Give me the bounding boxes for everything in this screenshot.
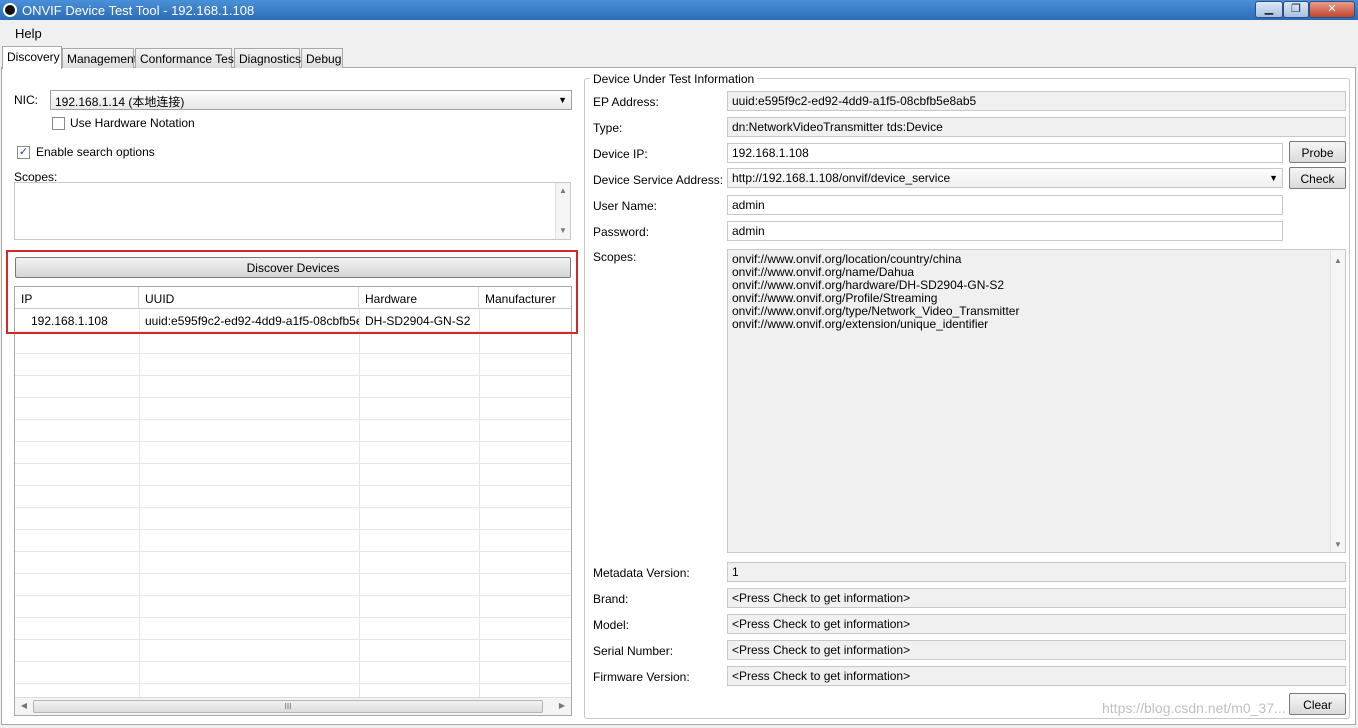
use-hardware-notation-label: Use Hardware Notation [70,116,195,130]
scroll-down-icon[interactable]: ▼ [1333,538,1343,551]
check-icon: ✓ [18,146,29,158]
tab-diagnostics[interactable]: Diagnostics [234,48,301,68]
grid-row-line [15,485,571,486]
watermark-text: https://blog.csdn.net/m0_37... [1102,700,1286,716]
grid-row-line [15,617,571,618]
grid-row-line [15,419,571,420]
metadata-version-field[interactable]: 1 [727,562,1346,582]
password-input[interactable]: admin [727,221,1283,241]
scroll-left-icon[interactable]: ◀ [19,701,29,710]
grid-row-line [15,595,571,596]
probe-button[interactable]: Probe [1289,141,1346,163]
app-icon [3,3,17,17]
device-ip-label: Device IP: [593,147,648,161]
model-label: Model: [593,618,630,632]
grid-row-line [15,375,571,376]
scroll-up-icon[interactable]: ▲ [558,186,568,195]
metadata-version-label: Metadata Version: [593,566,690,580]
device-service-address-select[interactable]: http://192.168.1.108/onvif/device_servic… [727,168,1283,188]
clear-button[interactable]: Clear [1289,693,1346,715]
model-field[interactable]: <Press Check to get information> [727,614,1346,634]
scroll-right-icon[interactable]: ▶ [557,701,567,710]
use-hardware-notation-checkbox[interactable] [52,117,65,130]
serial-number-label: Serial Number: [593,644,674,658]
grid-row-line [15,441,571,442]
grid-row-line [15,573,571,574]
user-name-label: User Name: [593,199,658,213]
grid-row-line [15,683,571,684]
grid-divider [139,309,140,699]
brand-label: Brand: [593,592,629,606]
horizontal-scrollbar[interactable]: ◀ III ▶ [15,697,571,715]
grid-row-line [15,551,571,552]
minimize-button[interactable]: ▁ [1255,1,1283,18]
nic-select[interactable]: 192.168.1.14 (本地连接) ▼ [50,90,572,110]
user-name-input[interactable]: admin [727,195,1283,215]
scrollbar-thumb[interactable]: III [33,700,543,713]
close-button[interactable]: ✕ [1309,1,1355,18]
firmware-version-label: Firmware Version: [593,670,690,684]
type-field[interactable]: dn:NetworkVideoTransmitter tds:Device [727,117,1346,137]
grid-row-line [15,529,571,530]
chevron-down-icon: ▼ [1269,173,1278,183]
grid-divider [359,309,360,699]
dut-scopes-scrollbar[interactable]: ▲ ▼ [1330,250,1345,552]
tab-management[interactable]: Management [62,48,137,68]
highlight-annotation [6,250,578,334]
window-title: ONVIF Device Test Tool - 192.168.1.108 [22,3,255,18]
nic-label: NIC: [14,93,38,107]
device-service-address-label: Device Service Address: [593,173,724,187]
enable-search-options-checkbox[interactable]: ✓ [17,146,30,159]
type-label: Type: [593,121,623,135]
maximize-button[interactable]: ❐ [1283,1,1309,18]
group-title: Device Under Test Information [590,72,758,86]
check-button[interactable]: Check [1289,167,1346,189]
nic-select-value: 192.168.1.14 (本地连接) [55,95,185,109]
password-label: Password: [593,225,650,239]
grid-divider [479,309,480,699]
ep-address-label: EP Address: [593,95,659,109]
menu-bar [0,20,1358,44]
grid-row-line [15,639,571,640]
title-bar[interactable]: ONVIF Device Test Tool - 192.168.1.108 ▁… [0,0,1358,20]
scroll-up-icon[interactable]: ▲ [1333,254,1343,267]
tab-conformance-test[interactable]: Conformance Test [135,48,237,68]
menu-help[interactable]: Help [15,26,42,41]
device-service-address-value: http://192.168.1.108/onvif/device_servic… [732,171,951,185]
brand-field[interactable]: <Press Check to get information> [727,588,1346,608]
scopes-scrollbar[interactable]: ▲ ▼ [555,183,570,239]
grid-row-line [15,507,571,508]
grid-row-line [15,463,571,464]
dut-scopes-label: Scopes: [593,250,637,264]
dut-scopes-textarea[interactable]: onvif://www.onvif.org/location/country/c… [727,249,1346,553]
device-ip-input[interactable]: 192.168.1.108 [727,143,1283,163]
device-grid[interactable]: IP UUID Hardware Manufacturer 192.168.1.… [14,286,572,716]
tab-discovery[interactable]: Discovery [2,46,62,69]
ep-address-field[interactable]: uuid:e595f9c2-ed92-4dd9-a1f5-08cbfb5e8ab… [727,91,1346,111]
firmware-version-field[interactable]: <Press Check to get information> [727,666,1346,686]
scopes-textarea[interactable]: ▲ ▼ [14,182,571,240]
grid-row-line [15,397,571,398]
enable-search-options-label: Enable search options [36,145,155,159]
scope-line: onvif://www.onvif.org/extension/unique_i… [732,317,989,331]
serial-number-field[interactable]: <Press Check to get information> [727,640,1346,660]
grid-row-line [15,661,571,662]
chevron-down-icon: ▼ [558,95,567,105]
scroll-down-icon[interactable]: ▼ [558,226,568,235]
tab-debug[interactable]: Debug [301,48,343,68]
grid-row-line [15,353,571,354]
